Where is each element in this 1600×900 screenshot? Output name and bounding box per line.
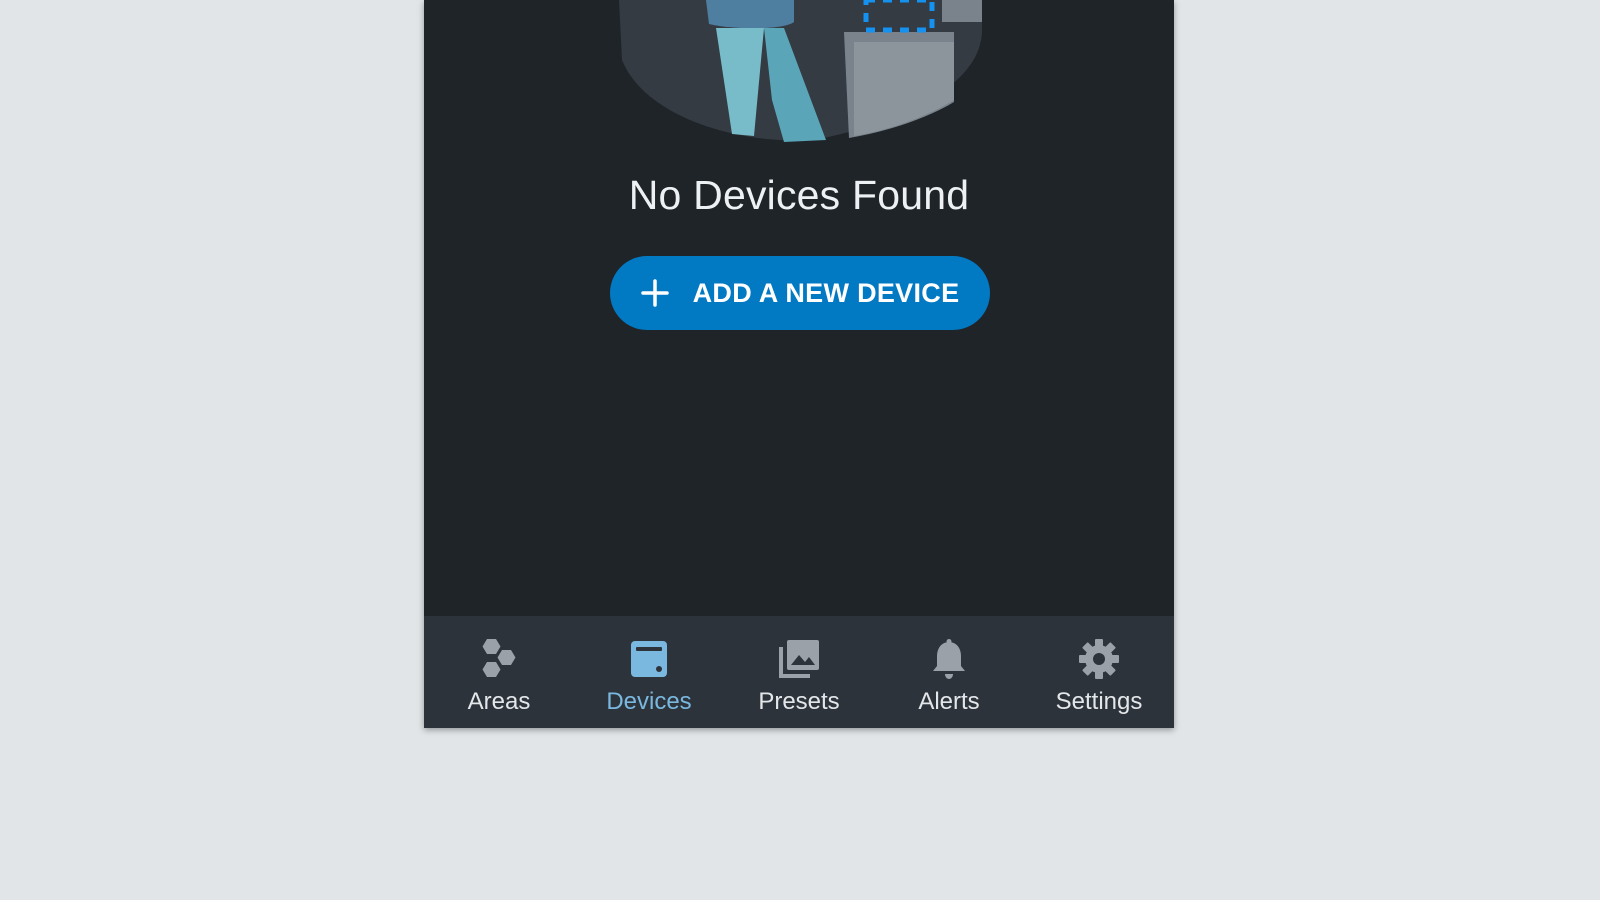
empty-state-illustration [619, 0, 982, 142]
bell-icon [926, 636, 972, 682]
image-stack-icon [776, 636, 822, 682]
empty-state-title: No Devices Found [628, 172, 970, 218]
nav-label-areas: Areas [467, 688, 531, 715]
gear-icon [1076, 636, 1122, 682]
nav-tab-alerts[interactable]: Alerts [874, 616, 1024, 728]
hexagons-icon [476, 636, 522, 682]
bottom-navigation: Areas Devices Presets Alerts Settings [424, 616, 1174, 728]
nav-tab-areas[interactable]: Areas [424, 616, 574, 728]
nav-label-settings: Settings [1055, 688, 1143, 715]
app-screen: No Devices Found ADD A NEW DEVICE Areas [424, 0, 1174, 728]
nav-tab-settings[interactable]: Settings [1024, 616, 1174, 728]
device-icon [626, 636, 672, 682]
nav-label-devices: Devices [606, 688, 692, 715]
add-device-label: ADD A NEW DEVICE [692, 277, 960, 308]
nav-tab-devices[interactable]: Devices [574, 616, 724, 728]
nav-label-alerts: Alerts [918, 688, 980, 715]
plus-icon [640, 279, 669, 307]
nav-label-presets: Presets [758, 688, 840, 715]
add-device-button[interactable]: ADD A NEW DEVICE [610, 256, 990, 330]
nav-tab-presets[interactable]: Presets [724, 616, 874, 728]
